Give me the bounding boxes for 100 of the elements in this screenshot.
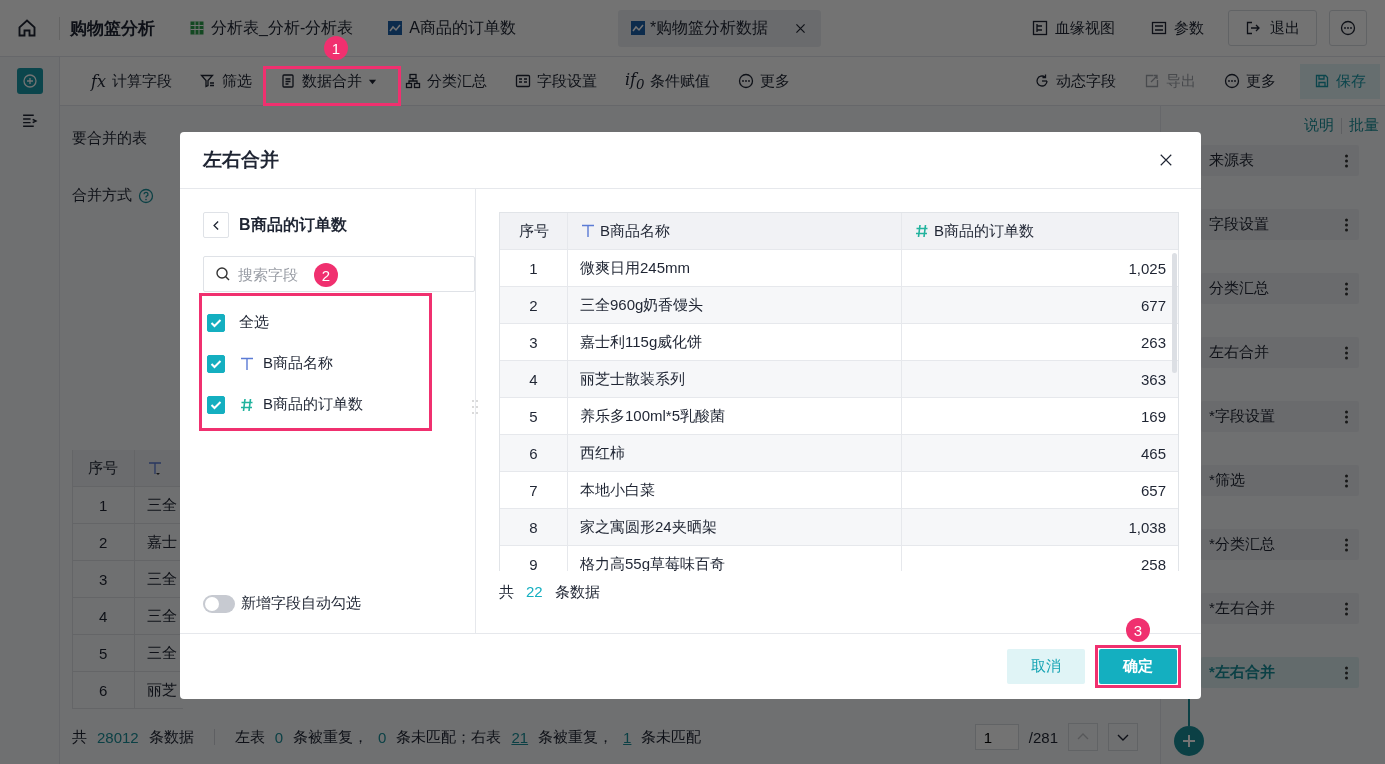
table-cell: 1 <box>500 250 568 286</box>
field-settings-icon <box>514 73 531 89</box>
page-input[interactable]: 1 <box>974 724 1019 750</box>
scrollbar[interactable] <box>1172 253 1177 373</box>
number-type-icon <box>914 223 930 239</box>
document-icon <box>279 73 296 89</box>
status-text: 左表 <box>234 727 265 747</box>
field-option[interactable]: B商品的订单数 <box>207 384 475 425</box>
plus-icon <box>21 73 38 89</box>
toolbar-button[interactable]: if$_{0}$ 条件赋值 <box>612 61 723 101</box>
table-cell: 西红柿 <box>568 435 902 471</box>
step-item[interactable]: 字段设置 <box>1201 209 1359 240</box>
checkbox[interactable] <box>207 354 225 373</box>
panel-link[interactable]: 说明 <box>1304 116 1334 135</box>
app-title: 购物篮分析 <box>59 16 155 40</box>
table-cell: 7 <box>500 472 568 508</box>
kebab-menu-icon[interactable] <box>1344 280 1349 297</box>
count-link[interactable]: 1 <box>623 728 632 746</box>
save-button[interactable]: 保存 <box>1300 63 1380 99</box>
toolbar-button[interactable]: 动态字段 <box>1022 63 1128 99</box>
toolbar-button[interactable]: 分类汇总 <box>392 63 499 99</box>
form-label: 合并方式 <box>72 186 132 205</box>
field-option[interactable]: 全选 <box>207 302 475 343</box>
table-cell: 5 <box>73 635 135 671</box>
table-cell: 三全960g奶香馒头 <box>568 287 902 323</box>
total-count: 22 <box>526 583 543 602</box>
toolbar-button[interactable]: 筛选 <box>187 63 264 99</box>
kebab-menu-icon[interactable] <box>1344 408 1349 425</box>
toggle-label: 新增字段自动勾选 <box>241 594 361 613</box>
table-cell: 2 <box>500 287 568 323</box>
line-chart-icon <box>629 20 646 36</box>
step-item[interactable]: 来源表 <box>1201 145 1359 176</box>
cancel-button[interactable]: 取消 <box>1007 649 1085 684</box>
toolbar-button[interactable]: 数据合并 <box>267 63 389 99</box>
count-link[interactable]: 21 <box>511 728 529 746</box>
table-cell: 本地小白菜 <box>568 472 902 508</box>
kebab-menu-icon[interactable] <box>1344 472 1349 489</box>
status-text: 0 <box>378 728 387 746</box>
text-type-icon <box>239 355 255 372</box>
table-cell: 3 <box>500 324 568 360</box>
step-item[interactable]: *字段设置 <box>1201 401 1359 432</box>
table-cell: 家之寓圆形24夹晒架 <box>568 509 902 545</box>
kebab-menu-icon[interactable] <box>1344 600 1349 617</box>
checkbox[interactable] <box>207 313 225 332</box>
hierarchy-icon <box>404 73 421 89</box>
tab[interactable]: A商品的订单数 <box>375 9 528 47</box>
kebab-menu-icon[interactable] <box>1344 152 1349 169</box>
tab[interactable]: *购物篮分析数据 <box>617 9 822 47</box>
drag-handle-icon[interactable] <box>472 399 478 415</box>
step-item[interactable]: 分类汇总 <box>1201 273 1359 304</box>
kebab-menu-icon[interactable] <box>1344 664 1349 681</box>
table-cell: 1 <box>73 487 135 523</box>
more-icon <box>738 73 755 89</box>
header-link[interactable]: 参数 <box>1139 18 1216 38</box>
logout-button[interactable]: 退出 <box>1228 10 1317 46</box>
table-cell: 5 <box>500 398 568 434</box>
toggle-switch[interactable] <box>203 594 235 613</box>
toolbar-button[interactable]: fx 计算字段 <box>79 63 184 99</box>
step-item[interactable]: *左右合并 <box>1201 593 1359 624</box>
kebab-menu-icon[interactable] <box>1344 536 1349 553</box>
status-text: 条被重复， <box>293 727 369 747</box>
toolbar-button[interactable]: 更多 <box>1212 63 1288 99</box>
step-item[interactable]: *分类汇总 <box>1201 529 1359 560</box>
outline-icon[interactable] <box>21 112 38 129</box>
refresh-icon <box>1034 73 1050 89</box>
toolbar-button[interactable]: 更多 <box>726 63 803 99</box>
table-cell: 9 <box>500 546 568 571</box>
back-button[interactable] <box>203 212 229 238</box>
dialog-title: 左右合并 <box>203 148 279 172</box>
more-button[interactable] <box>1329 10 1367 46</box>
field-option[interactable]: B商品名称 <box>207 343 475 384</box>
table-cell: 微爽日用245mm <box>568 250 902 286</box>
panel-link[interactable]: 批量 <box>1349 116 1379 135</box>
line-chart-icon <box>387 20 404 36</box>
close-icon[interactable] <box>1159 153 1173 167</box>
help-icon[interactable] <box>138 187 154 204</box>
add-button[interactable] <box>16 68 43 94</box>
header-link[interactable]: 血缘视图 <box>1020 18 1127 38</box>
checkbox[interactable] <box>207 395 225 414</box>
table-cell: 养乐多100ml*5乳酸菌 <box>568 398 902 434</box>
status-text: 共 <box>72 727 87 747</box>
add-step-button[interactable] <box>1174 726 1204 756</box>
kebab-menu-icon[interactable] <box>1344 216 1349 233</box>
step-item[interactable]: 左右合并 <box>1201 337 1359 368</box>
confirm-button[interactable]: 确定 <box>1099 649 1177 684</box>
status-text: 条被重复， <box>538 727 614 747</box>
next-page-button[interactable] <box>1108 723 1138 751</box>
export-icon <box>1144 73 1160 89</box>
kebab-menu-icon[interactable] <box>1344 344 1349 361</box>
toolbar-button[interactable]: 字段设置 <box>502 63 609 99</box>
step-item[interactable]: *左右合并 <box>1201 657 1359 688</box>
step-item[interactable]: *筛选 <box>1201 465 1359 496</box>
table-cell: 嘉士利115g威化饼 <box>568 324 902 360</box>
column-header: B商品名称 <box>568 213 902 249</box>
table-cell-text: 258 <box>1139 554 1167 571</box>
column-header: 序号 <box>500 213 568 249</box>
home-icon[interactable] <box>17 18 37 38</box>
status-text: 28012 <box>97 728 139 746</box>
table-cell: 丽芝士散装系列 <box>568 361 902 397</box>
status-text: 条未匹配 <box>641 727 702 747</box>
